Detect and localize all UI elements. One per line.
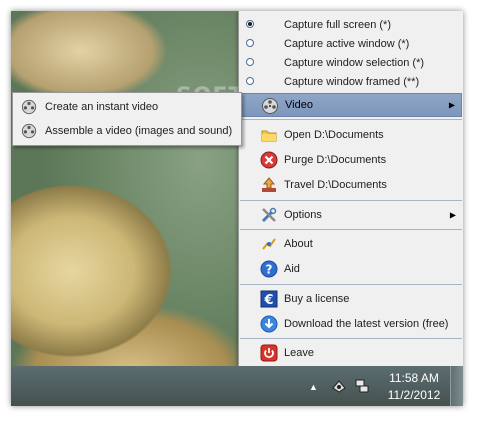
menu-item-leave[interactable]: Leave xyxy=(240,341,462,365)
radio-icon xyxy=(246,77,254,85)
purge-icon xyxy=(260,151,278,169)
show-hidden-icons-arrow-icon[interactable]: ▲ xyxy=(309,382,318,392)
screenshot-app-tray-icon[interactable] xyxy=(331,378,347,394)
menu-item-aid[interactable]: ? Aid xyxy=(240,257,462,281)
menu-item-options[interactable]: Options ▶ xyxy=(240,203,462,227)
system-clock[interactable]: 11:58 AM 11/2/2012 xyxy=(379,370,449,404)
submenu-item-label: Create an instant video xyxy=(45,101,159,113)
show-desktop-button[interactable] xyxy=(450,366,463,406)
menu-item-label: Options xyxy=(284,209,322,221)
svg-text:€: € xyxy=(263,293,273,308)
folder-icon xyxy=(260,126,278,144)
menu-separator xyxy=(240,338,462,339)
film-reel-icon xyxy=(261,97,279,115)
video-submenu: Create an instant video Assemble a video… xyxy=(12,92,242,146)
submenu-arrow-icon: ▶ xyxy=(449,210,456,220)
svg-text:?: ? xyxy=(266,263,273,277)
menu-item-label: Capture window framed (**) xyxy=(284,75,420,88)
submenu-item-create-instant-video[interactable]: Create an instant video xyxy=(15,95,239,119)
clock-time: 11:58 AM xyxy=(389,371,439,385)
submenu-arrow-icon: ▶ xyxy=(448,100,455,110)
menu-separator xyxy=(240,200,462,201)
travel-icon xyxy=(260,176,278,194)
help-icon: ? xyxy=(260,260,278,278)
menu-item-capture-active-window[interactable]: Capture active window (*) xyxy=(240,34,462,53)
taskbar: ▲ 11:58 AM 11/2/2012 xyxy=(11,366,463,406)
menu-item-capture-window-selection[interactable]: Capture window selection (*) xyxy=(240,53,462,72)
menu-separator xyxy=(240,229,462,230)
submenu-item-label: Assemble a video (images and sound) xyxy=(45,125,233,137)
menu-item-label: Open D:\Documents xyxy=(284,129,384,141)
menu-item-purge-documents[interactable]: Purge D:\Documents xyxy=(240,148,462,172)
menu-item-label: Capture active window (*) xyxy=(284,37,410,50)
radio-icon xyxy=(246,58,254,66)
screenshot-frame: SOFTPEDIA Capture full screen (*) Captur… xyxy=(11,11,463,406)
menu-item-label: About xyxy=(284,238,313,250)
menu-separator xyxy=(240,119,462,120)
menu-item-label: Capture full screen (*) xyxy=(284,18,391,31)
menu-item-capture-window-framed[interactable]: Capture window framed (**) xyxy=(240,72,462,91)
euro-icon: € xyxy=(260,290,278,308)
menu-item-label: Aid xyxy=(284,263,300,275)
about-icon xyxy=(260,235,278,253)
menu-item-capture-full-screen[interactable]: Capture full screen (*) xyxy=(240,15,462,34)
menu-item-label: Download the latest version (free) xyxy=(284,318,449,330)
menu-item-label: Video xyxy=(285,99,313,111)
menu-item-open-documents[interactable]: Open D:\Documents xyxy=(240,123,462,147)
radio-icon xyxy=(246,39,254,47)
menu-item-label: Purge D:\Documents xyxy=(284,154,387,166)
clock-date: 11/2/2012 xyxy=(387,388,441,402)
menu-item-travel-documents[interactable]: Travel D:\Documents xyxy=(240,173,462,197)
film-reel-icon xyxy=(21,99,37,115)
menu-item-label: Travel D:\Documents xyxy=(284,179,387,191)
menu-item-download-latest[interactable]: Download the latest version (free) xyxy=(240,312,462,336)
menu-item-label: Buy a license xyxy=(284,293,350,305)
menu-item-buy-license[interactable]: € Buy a license xyxy=(240,287,462,311)
menu-item-label: Capture window selection (*) xyxy=(284,56,425,69)
menu-item-label: Leave xyxy=(284,347,314,359)
menu-separator xyxy=(240,284,462,285)
radio-selected-icon xyxy=(246,20,254,28)
power-icon xyxy=(260,344,278,362)
context-menu: Capture full screen (*) Capture active w… xyxy=(238,11,463,366)
film-reel-icon xyxy=(21,123,37,139)
submenu-item-assemble-video[interactable]: Assemble a video (images and sound) xyxy=(15,119,239,143)
tools-icon xyxy=(260,206,278,224)
network-icon[interactable] xyxy=(354,378,370,394)
menu-item-about[interactable]: About xyxy=(240,232,462,256)
download-icon xyxy=(260,315,278,333)
menu-item-video[interactable]: Video ▶ xyxy=(240,93,462,117)
